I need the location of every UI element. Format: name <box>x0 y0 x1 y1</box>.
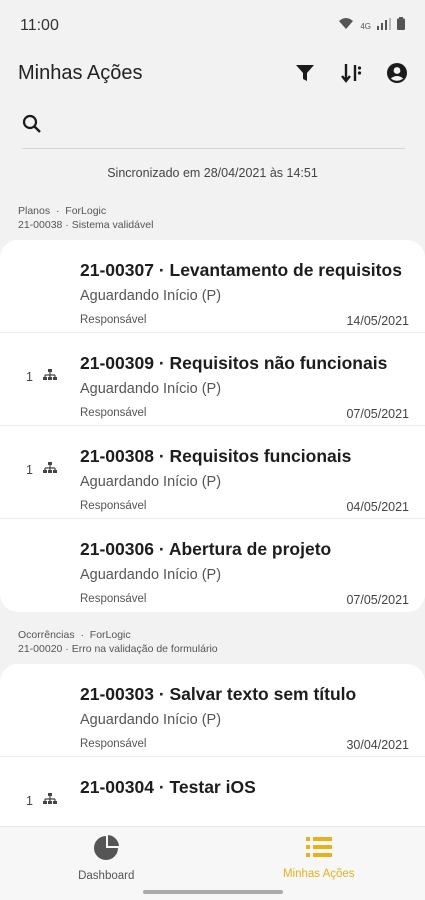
list-icon <box>305 835 332 862</box>
subtask-count: 1 <box>26 462 33 477</box>
group-owner: ForLogic <box>89 629 131 641</box>
home-indicator <box>142 890 283 894</box>
item-status: Aguardando Início (P) <box>80 288 222 304</box>
item-date: 14/05/2021 <box>346 314 409 328</box>
nav-my-actions-label: Minhas Ações <box>282 868 355 880</box>
item-date: 07/05/2021 <box>346 593 409 607</box>
sort-icon[interactable] <box>339 61 363 85</box>
status-icons: 4G <box>338 17 405 35</box>
list-item[interactable]: 1 21-00308 · Requisitos funcionais Aguarda… <box>0 426 425 519</box>
group-header: Planos · ForLogic 21-00038 · Sistema vali… <box>0 204 425 232</box>
list-item[interactable]: 21-00303 · Salvar texto sem título Aguard… <box>0 664 425 757</box>
hierarchy-icon <box>42 793 57 808</box>
item-status: Aguardando Início (P) <box>80 712 222 728</box>
item-status: Aguardando Início (P) <box>80 381 222 397</box>
signal-icon <box>377 17 391 35</box>
list-item[interactable]: 21-00306 · Abertura de projeto Aguardando… <box>0 519 425 612</box>
wifi-icon <box>338 17 354 35</box>
item-title: 21-00307 · Levantamento de requisitos <box>80 260 402 280</box>
item-date: 04/05/2021 <box>346 500 409 514</box>
group-type-line: Ocorrências · ForLogic <box>18 629 131 641</box>
item-title: 21-00304 · Testar iOS <box>80 777 256 797</box>
subtask-indicator: 1 <box>26 462 57 477</box>
subtask-indicator: 1 <box>26 793 57 808</box>
hierarchy-icon <box>42 462 57 477</box>
group-owner: ForLogic <box>65 205 107 217</box>
search-icon[interactable] <box>22 114 42 139</box>
item-status: Aguardando Início (P) <box>80 567 222 583</box>
item-title: 21-00306 · Abertura de projeto <box>80 539 332 559</box>
item-role: Responsável <box>80 407 147 419</box>
search-row <box>0 94 425 160</box>
app-header: Minhas Ações <box>0 52 425 94</box>
item-title: 21-00309 · Requisitos não funcionais <box>80 353 388 373</box>
page-title: Minhas Ações <box>18 61 143 84</box>
status-time: 11:00 <box>20 17 59 34</box>
search-input[interactable] <box>54 118 405 135</box>
item-date: 07/05/2021 <box>346 407 409 421</box>
pie-chart-icon <box>93 835 120 864</box>
group-code: 21-00020 · Erro na validação de formulár… <box>18 643 218 655</box>
item-title: 21-00303 · Salvar texto sem título <box>80 684 357 704</box>
item-role: Responsável <box>80 593 147 605</box>
subtask-count: 1 <box>26 369 33 384</box>
subtask-count: 1 <box>26 793 33 808</box>
item-role: Responsável <box>80 314 147 326</box>
group-type-line: Planos · ForLogic <box>18 205 107 217</box>
action-card: 21-00307 · Levantamento de requisitos Agu… <box>0 240 425 612</box>
nav-dashboard-label: Dashboard <box>78 870 135 882</box>
account-icon[interactable] <box>385 61 409 85</box>
item-role: Responsável <box>80 738 147 750</box>
hierarchy-icon <box>42 369 57 384</box>
search-box <box>22 105 405 149</box>
list-item[interactable]: 1 21-00309 · Requisitos não funcionais Agu… <box>0 333 425 426</box>
item-status: Aguardando Início (P) <box>80 474 222 490</box>
action-groups: Planos · ForLogic 21-00038 · Sistema vali… <box>0 204 425 850</box>
group-type: Planos <box>18 205 51 217</box>
status-bar: 11:00 4G <box>0 0 425 52</box>
group-header: Ocorrências · ForLogic 21-00020 · Erro na… <box>0 628 425 656</box>
battery-icon <box>397 17 405 35</box>
list-item[interactable]: 21-00307 · Levantamento de requisitos Agu… <box>0 240 425 333</box>
header-actions <box>293 61 409 85</box>
item-title: 21-00308 · Requisitos funcionais <box>80 446 352 466</box>
group-type: Ocorrências <box>18 629 75 641</box>
item-role: Responsável <box>80 500 147 512</box>
action-card: 21-00303 · Salvar texto sem título Aguard… <box>0 664 425 850</box>
subtask-indicator: 1 <box>26 369 57 384</box>
bottom-nav: Dashboard Minhas Ações <box>0 826 425 900</box>
sync-status: Sincronizado em 28/04/2021 às 14:51 <box>107 166 318 180</box>
item-date: 30/04/2021 <box>346 738 409 752</box>
group-code: 21-00038 · Sistema validável <box>18 219 154 231</box>
filter-icon[interactable] <box>293 61 317 85</box>
network-type-icon: 4G <box>360 21 371 31</box>
